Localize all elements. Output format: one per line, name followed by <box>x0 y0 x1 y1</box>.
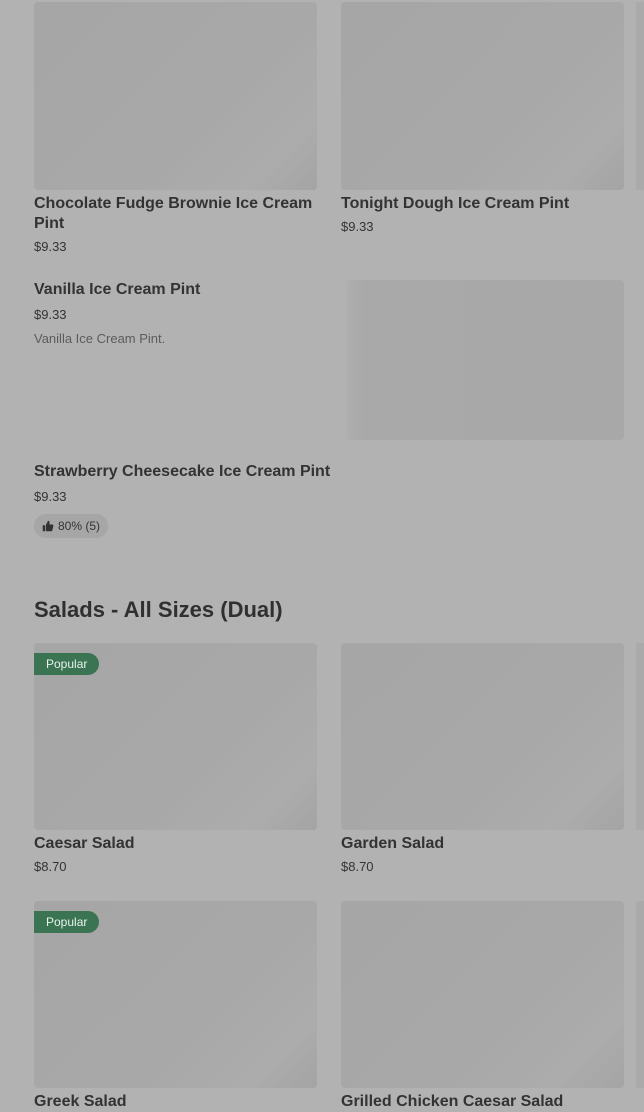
item-image <box>341 643 624 830</box>
item-price: $8.70 <box>34 859 67 874</box>
item-description: Vanilla Ice Cream Pint. <box>34 331 166 346</box>
menu-item-card[interactable]: Popular Caesar Salad $8.70 <box>34 643 317 883</box>
item-image: Popular <box>34 643 317 830</box>
item-image <box>341 901 624 1088</box>
item-price: $9.33 <box>34 489 67 504</box>
item-name: Strawberry Cheesecake Ice Cream Pint <box>34 463 331 480</box>
menu-list-item[interactable]: Vanilla Ice Cream Pint $9.33 Vanilla Ice… <box>34 280 624 440</box>
menu-item-card[interactable]: Garden Salad $8.70 <box>341 643 624 883</box>
next-column-edge <box>636 901 644 1088</box>
section-title: Salads - All Sizes (Dual) <box>34 597 283 622</box>
item-image <box>341 2 624 190</box>
menu-item-card[interactable]: Tonight Dough Ice Cream Pint $9.33 <box>341 2 624 242</box>
thumbs-up-icon <box>42 520 54 532</box>
item-price: $9.33 <box>34 239 67 254</box>
menu-item-card[interactable]: Grilled Chicken Caesar Salad <box>341 901 624 1112</box>
item-name: Greek Salad <box>34 1093 127 1110</box>
menu-item-card[interactable]: Chocolate Fudge Brownie Ice Cream Pint $… <box>34 2 317 257</box>
item-image: Popular <box>34 901 317 1088</box>
item-name: Grilled Chicken Caesar Salad <box>341 1093 564 1110</box>
next-column-edge <box>636 2 644 190</box>
item-name: Caesar Salad <box>34 835 135 852</box>
item-price: $8.70 <box>341 859 374 874</box>
item-price: $9.33 <box>341 219 374 234</box>
item-name: Garden Salad <box>341 835 445 852</box>
rating-text: 80% (5) <box>58 519 101 533</box>
item-name: Vanilla Ice Cream Pint <box>34 281 201 298</box>
rating-badge: 80% (5) <box>34 514 109 538</box>
item-image <box>347 280 624 440</box>
item-name: Chocolate Fudge Brownie Ice Cream Pint <box>34 195 313 232</box>
next-column-edge <box>636 643 644 830</box>
popular-badge: Popular <box>34 911 100 933</box>
item-name: Tonight Dough Ice Cream Pint <box>341 195 570 212</box>
menu-list-item[interactable]: Strawberry Cheesecake Ice Cream Pint $9.… <box>34 462 624 542</box>
item-price: $9.33 <box>34 307 67 322</box>
item-image <box>34 2 317 190</box>
menu-item-card[interactable]: Popular Greek Salad <box>34 901 317 1112</box>
popular-badge: Popular <box>34 653 100 675</box>
